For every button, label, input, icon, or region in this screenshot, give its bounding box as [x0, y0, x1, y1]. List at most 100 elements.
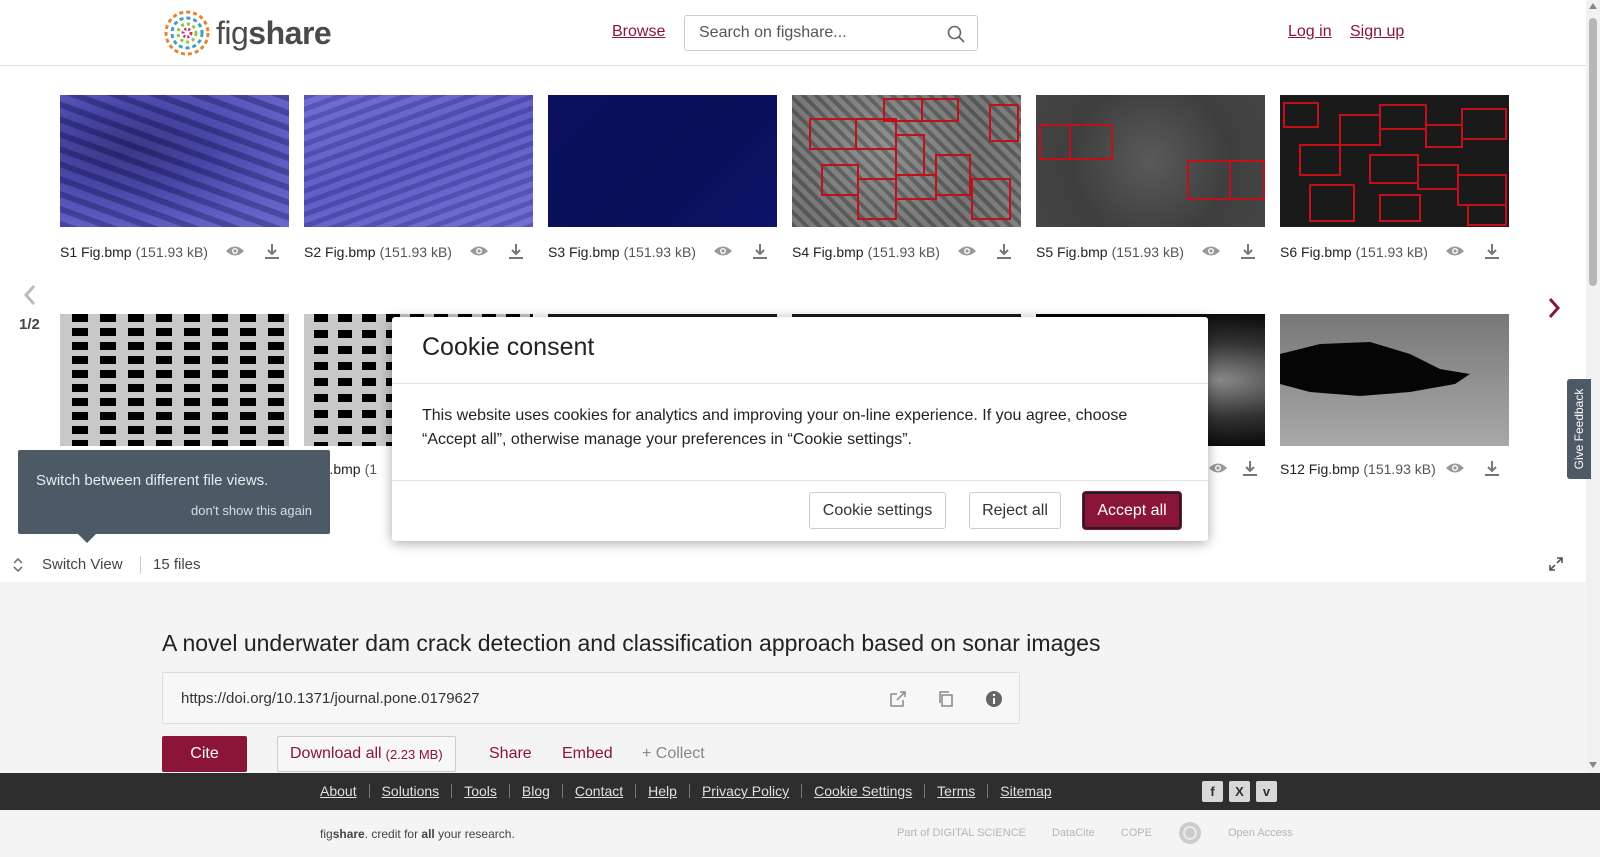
- preview-eye-icon[interactable]: [1208, 461, 1228, 475]
- file-name[interactable]: S12 Fig.bmp: [1280, 461, 1359, 477]
- file-name[interactable]: S6 Fig.bmp: [1280, 244, 1352, 260]
- files-count: 15 files: [153, 556, 201, 573]
- scroll-up-arrow-icon[interactable]: [1589, 3, 1597, 9]
- search-box[interactable]: [684, 15, 978, 51]
- open-access-logo[interactable]: Open Access: [1228, 827, 1293, 839]
- divider: [392, 480, 1208, 481]
- scroll-down-arrow-icon[interactable]: [1589, 762, 1597, 768]
- info-icon[interactable]: [985, 690, 1003, 708]
- file-thumbnail[interactable]: [792, 95, 1021, 227]
- preview-eye-icon[interactable]: [957, 244, 977, 258]
- file-name[interactable]: S3 Fig.bmp: [548, 244, 620, 260]
- footer-links-bar: About Solutions Tools Blog Contact Help …: [0, 773, 1600, 810]
- figshare-logo[interactable]: figshare: [162, 8, 332, 58]
- sonar-shape-graphic: [1280, 342, 1470, 396]
- switch-view-bar: Switch View 15 files: [0, 550, 1586, 580]
- file-size: (151.93 kB): [1363, 461, 1436, 477]
- cope-logo[interactable]: COPE: [1121, 827, 1152, 839]
- switch-view-arrows-icon[interactable]: [11, 558, 25, 572]
- footer-link-help[interactable]: Help: [648, 783, 677, 799]
- cookie-dialog-body: This website uses cookies for analytics …: [422, 407, 1128, 448]
- doi-link[interactable]: https://doi.org/10.1371/journal.pone.017…: [181, 690, 480, 707]
- download-icon[interactable]: [508, 243, 524, 259]
- file-size: (151.93 kB): [1355, 244, 1428, 260]
- switch-view-button[interactable]: Switch View: [42, 556, 123, 573]
- footer-link-terms[interactable]: Terms: [937, 783, 975, 799]
- footer-link-solutions[interactable]: Solutions: [382, 783, 440, 799]
- file-caption: S3 Fig.bmp (151.93 kB): [548, 242, 777, 262]
- footer-link-about[interactable]: About: [320, 783, 357, 799]
- figshare-logo-icon: [164, 10, 210, 56]
- digital-science-logo[interactable]: Part of DIGITAL SCIENCE: [897, 827, 1026, 839]
- facebook-icon[interactable]: f: [1202, 781, 1223, 802]
- preview-eye-icon[interactable]: [1445, 244, 1465, 258]
- download-icon[interactable]: [1242, 460, 1258, 476]
- signup-link[interactable]: Sign up: [1350, 23, 1404, 41]
- footer-link-privacy-policy[interactable]: Privacy Policy: [702, 783, 789, 799]
- external-link-icon[interactable]: [889, 690, 907, 708]
- tooltip-text: Switch between different file views.: [36, 472, 269, 489]
- logo-text: figshare: [216, 14, 332, 51]
- file-name[interactable]: S5 Fig.bmp: [1036, 244, 1108, 260]
- divider: [451, 784, 453, 798]
- download-all-size: (2.23 MB): [385, 746, 443, 762]
- download-all-button[interactable]: Download all (2.23 MB): [277, 736, 456, 772]
- preview-eye-icon[interactable]: [1445, 461, 1465, 475]
- download-icon[interactable]: [752, 243, 768, 259]
- browse-link[interactable]: Browse: [612, 23, 665, 41]
- download-icon[interactable]: [1484, 460, 1500, 476]
- download-icon[interactable]: [996, 243, 1012, 259]
- cookie-consent-dialog: Cookie consent This website uses cookies…: [392, 317, 1208, 541]
- crack-overlay-graphic: [1039, 124, 1265, 200]
- preview-eye-icon[interactable]: [469, 244, 489, 258]
- footer-nav: About Solutions Tools Blog Contact Help …: [320, 783, 1052, 799]
- login-link[interactable]: Log in: [1288, 23, 1332, 41]
- collect-button[interactable]: + Collect: [642, 745, 705, 763]
- give-feedback-tab[interactable]: Give Feedback: [1567, 379, 1591, 479]
- globe-seal-icon[interactable]: [1178, 821, 1202, 845]
- divider: [508, 784, 510, 798]
- footer-link-contact[interactable]: Contact: [575, 783, 623, 799]
- vimeo-icon[interactable]: v: [1256, 781, 1277, 802]
- fullscreen-expand-icon[interactable]: [1548, 556, 1564, 572]
- file-name[interactable]: S2 Fig.bmp: [304, 244, 376, 260]
- search-icon[interactable]: [947, 25, 965, 43]
- reject-all-button[interactable]: Reject all: [969, 492, 1061, 529]
- file-name[interactable]: S4 Fig.bmp: [792, 244, 864, 260]
- file-thumbnail[interactable]: [1036, 95, 1265, 227]
- footer-link-blog[interactable]: Blog: [522, 783, 550, 799]
- file-thumbnail[interactable]: [1280, 314, 1509, 446]
- scrollbar-thumb[interactable]: [1589, 18, 1597, 286]
- x-twitter-icon[interactable]: X: [1229, 781, 1250, 802]
- preview-eye-icon[interactable]: [225, 244, 245, 258]
- file-thumbnail[interactable]: [1280, 95, 1509, 227]
- file-thumbnail[interactable]: [60, 95, 289, 227]
- give-feedback-label: Give Feedback: [1572, 388, 1586, 470]
- copy-icon[interactable]: [937, 690, 955, 708]
- footer-link-sitemap[interactable]: Sitemap: [1000, 783, 1051, 799]
- file-name[interactable]: S1 Fig.bmp: [60, 244, 132, 260]
- dont-show-again-link[interactable]: don't show this again: [191, 503, 312, 518]
- next-page-chevron-icon[interactable]: [1546, 297, 1562, 319]
- accept-all-button[interactable]: Accept all: [1083, 492, 1181, 529]
- share-button[interactable]: Share: [489, 745, 532, 763]
- file-thumbnail[interactable]: [60, 314, 289, 446]
- preview-eye-icon[interactable]: [713, 244, 733, 258]
- cookie-settings-button[interactable]: Cookie settings: [809, 492, 946, 529]
- footer-link-cookie-settings[interactable]: Cookie Settings: [814, 783, 912, 799]
- footer-link-tools[interactable]: Tools: [464, 783, 497, 799]
- crack-overlay-graphic: [809, 98, 1019, 220]
- file-thumbnail[interactable]: [548, 95, 777, 227]
- embed-button[interactable]: Embed: [562, 745, 613, 763]
- divider: [561, 784, 563, 798]
- download-icon[interactable]: [1240, 243, 1256, 259]
- cite-button[interactable]: Cite: [162, 736, 247, 772]
- switch-view-tooltip: Switch between different file views. don…: [18, 450, 330, 543]
- download-icon[interactable]: [1484, 243, 1500, 259]
- previous-page-chevron-icon[interactable]: [22, 284, 38, 306]
- datacite-logo[interactable]: DataCite: [1052, 827, 1095, 839]
- preview-eye-icon[interactable]: [1201, 244, 1221, 258]
- search-input[interactable]: [685, 16, 925, 50]
- download-icon[interactable]: [264, 243, 280, 259]
- file-thumbnail[interactable]: [304, 95, 533, 227]
